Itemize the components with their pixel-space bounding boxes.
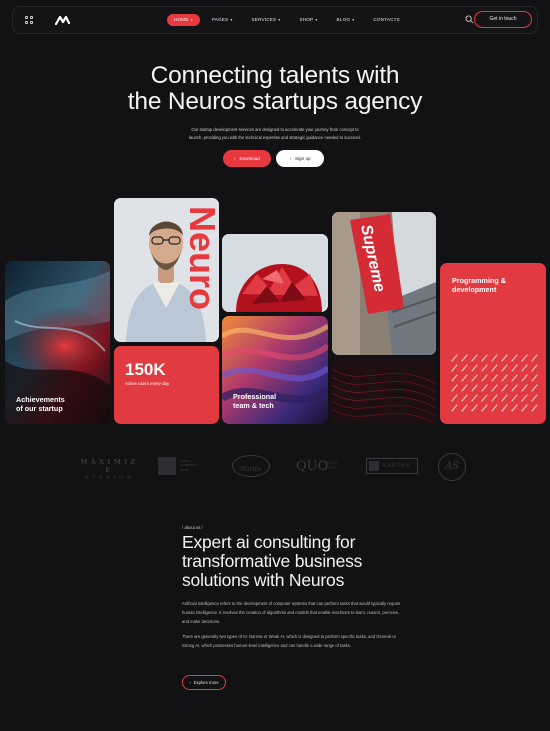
achievements-card[interactable]: Achievements of our startup [5,261,110,424]
main-nav: HOME ▾ PAGES ▾ SERVICES ▾ SHOP ▾ BLOG ▾ CONTA… [167,13,412,27]
site-header: HOME ▾ PAGES ▾ SERVICES ▾ SHOP ▾ BLOG ▾ CONTA… [12,6,538,34]
brand-text: LEGAL FIRM [325,461,339,471]
explore-more-button[interactable]: › Explore more [182,675,226,690]
sign-up-button[interactable]: › Sign up [276,150,324,167]
about-paragraph-1: Artificial intelligence refers to the de… [182,601,401,624]
brand-text: E A R T H S [383,463,410,469]
logo-icon[interactable] [55,15,71,25]
explore-more-label: Explore more [193,680,219,685]
grid-menu-icon[interactable] [25,16,33,24]
achievements-line: Achievements [16,395,65,404]
nav-item-pages[interactable]: PAGES ▾ [205,14,240,26]
brand-logo-quo: QUO LEGAL FIRM [296,459,352,475]
brand-text-line: FIRM [325,466,336,470]
download-label: Download [239,156,260,161]
chevron-down-icon: ▾ [315,17,318,22]
brand-text-line: Studio [180,467,190,472]
neuro-vertical-text: Neuro [182,206,219,311]
hero-subtitle: Our startup development services are des… [170,126,380,142]
nav-item-contacts[interactable]: CONTACTS [366,14,407,26]
brand-logo-maximize: M A X I M I Z E N T E R I O R [80,458,136,481]
crystal-card [222,234,328,312]
brand-text: Modern Architecture Studio [180,459,197,472]
get-in-touch-button[interactable]: Get in touch [474,11,532,28]
brand-logo-marble: Marble [232,455,270,477]
professional-label: Professional team & tech [233,392,276,410]
square-mark-icon [369,461,379,471]
professional-card[interactable]: Professional team & tech [222,316,328,424]
nav-item-services[interactable]: SERVICES ▾ [245,14,288,26]
hero-title-line: the Neuros startups agency [127,88,423,115]
sign-up-label: Sign up [294,156,311,161]
chevron-down-icon: ▾ [190,17,193,22]
brand-logo-as: AS [438,453,466,481]
search-icon[interactable] [465,15,474,24]
slash-pattern-decoration [451,354,538,412]
brand-logo-earths: E A R T H S [366,458,418,474]
brand-text: N T E R I O R [84,475,132,481]
hero-title: Connecting talents with the Neuros start… [0,63,550,115]
hero-title-line: Connecting talents with [150,62,400,89]
programming-card[interactable]: Programming & development [440,263,546,424]
hero-subtitle-line: Our startup development services are des… [191,127,359,132]
red-crystal-image [222,234,328,312]
nav-item-home[interactable]: HOME ▾ [167,14,200,26]
about-title: Expert ai consulting for transformative … [182,533,442,590]
arrow-right-icon: › [234,156,236,161]
brand-text: M A X I M I Z E [80,458,136,474]
brand-logo-architecture: Modern Architecture Studio [158,457,208,475]
brand-text: Marble [240,466,262,473]
square-mark-icon [158,457,176,475]
arrow-right-icon: › [289,156,291,161]
about-tag: / about us / [182,525,203,530]
download-button[interactable]: › Download [223,150,271,167]
about-title-line: solutions with Neuros [182,570,345,590]
chevron-down-icon: ▾ [278,17,281,22]
about-paragraph-2: There are generally two types of AI: Nar… [182,634,397,648]
achievements-label: Achievements of our startup [16,395,65,413]
stat-caption: Active users every day [125,381,170,386]
wave-lines-card [332,359,436,424]
building-card: Supreme [332,212,436,355]
about-title-line: transformative business [182,551,363,571]
portrait-card: Neuro [114,198,219,342]
arrow-right-icon: › [189,680,191,685]
chevron-down-icon: ▾ [352,17,355,22]
hero-subtitle-line: launch, providing you with the technical… [188,135,362,140]
nav-item-shop[interactable]: SHOP ▾ [293,14,325,26]
brand-text: QUO [296,459,329,474]
red-wave-lines-image [332,368,436,424]
professional-line: team & tech [233,401,274,410]
chevron-down-icon: ▾ [230,17,233,22]
brand-text: AS [444,461,460,472]
stat-value: 150K [125,360,166,379]
achievements-line: of our startup [16,404,63,413]
about-title-line: Expert ai consulting for [182,532,356,552]
stat-card: 150K Active users every day [114,346,219,424]
professional-line: Professional [233,392,277,401]
nav-item-blog[interactable]: BLOG ▾ [330,14,362,26]
